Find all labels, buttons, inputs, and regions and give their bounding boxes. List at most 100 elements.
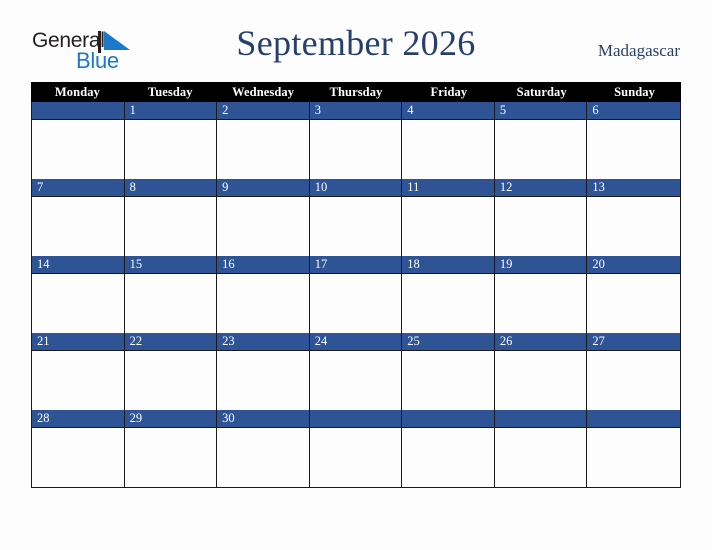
day-events-area[interactable] [309, 274, 402, 333]
day-number-band: 30 [217, 410, 309, 428]
weekday-header-thursday: Thursday [329, 85, 383, 99]
day-cell[interactable] [587, 410, 680, 487]
day-cell[interactable]: 13 [587, 179, 680, 256]
day-events-area[interactable] [494, 428, 587, 487]
day-events-area[interactable] [309, 197, 402, 256]
day-cell[interactable]: 20 [587, 256, 680, 333]
day-number-band: 4 [402, 102, 494, 120]
weekday-header-monday: Monday [54, 85, 100, 99]
day-number: 27 [592, 334, 605, 348]
day-cell[interactable]: 12 [494, 179, 588, 256]
day-events-area[interactable] [124, 274, 217, 333]
day-events-area[interactable] [217, 120, 309, 179]
day-cell[interactable]: 29 [124, 410, 218, 487]
day-events-area[interactable] [217, 428, 309, 487]
day-number: 28 [37, 411, 50, 425]
day-events-area[interactable] [124, 120, 217, 179]
day-number-band: 21 [32, 333, 124, 351]
day-cell[interactable]: 16 [217, 256, 310, 333]
day-cell[interactable]: 2 [217, 102, 310, 179]
day-cell[interactable] [402, 410, 495, 487]
day-number: 13 [592, 180, 605, 194]
day-number-band: 9 [217, 179, 309, 197]
day-cell[interactable] [32, 102, 125, 179]
day-cell[interactable]: 11 [402, 179, 495, 256]
day-number-band: 27 [587, 333, 680, 351]
day-number-band: 15 [124, 256, 217, 274]
day-events-area[interactable] [494, 120, 587, 179]
day-cell[interactable]: 17 [309, 256, 403, 333]
day-number: 18 [407, 257, 420, 271]
day-events-area[interactable] [402, 120, 494, 179]
day-cell[interactable]: 18 [402, 256, 495, 333]
weekday-header-friday: Friday [430, 85, 468, 99]
day-events-area[interactable] [587, 351, 680, 410]
day-events-area[interactable] [124, 197, 217, 256]
day-cell[interactable]: 27 [587, 333, 680, 410]
day-cell[interactable]: 4 [402, 102, 495, 179]
day-events-area[interactable] [402, 274, 494, 333]
day-number: 26 [499, 334, 513, 348]
day-events-area[interactable] [494, 351, 587, 410]
day-number-band: 22 [124, 333, 217, 351]
day-cell[interactable]: 28 [32, 410, 125, 487]
day-events-area[interactable] [587, 428, 680, 487]
day-cell[interactable]: 22 [124, 333, 218, 410]
day-events-area[interactable] [402, 351, 494, 410]
day-events-area[interactable] [309, 120, 402, 179]
day-cell[interactable]: 26 [494, 333, 588, 410]
day-number: 12 [499, 180, 513, 194]
day-events-area[interactable] [32, 428, 124, 487]
day-events-area[interactable] [402, 197, 494, 256]
day-cell[interactable] [494, 410, 588, 487]
day-cell[interactable]: 9 [217, 179, 310, 256]
day-cell[interactable]: 19 [494, 256, 588, 333]
day-number-band: 19 [494, 256, 587, 274]
day-events-area[interactable] [124, 351, 217, 410]
day-number-band: 18 [402, 256, 494, 274]
day-number: 11 [407, 180, 420, 194]
day-cell[interactable]: 10 [309, 179, 403, 256]
day-events-area[interactable] [124, 428, 217, 487]
day-number: 15 [129, 257, 143, 271]
day-cell[interactable] [309, 410, 403, 487]
day-events-area[interactable] [32, 274, 124, 333]
day-events-area[interactable] [217, 351, 309, 410]
day-events-area[interactable] [217, 197, 309, 256]
day-number: 21 [37, 334, 50, 348]
day-events-area[interactable] [32, 120, 124, 179]
day-number: 17 [314, 257, 328, 271]
day-cell[interactable]: 21 [32, 333, 125, 410]
day-events-area[interactable] [494, 197, 587, 256]
day-cell[interactable]: 24 [309, 333, 403, 410]
day-cell[interactable]: 14 [32, 256, 125, 333]
day-cell[interactable]: 3 [309, 102, 403, 179]
day-events-area[interactable] [402, 428, 494, 487]
day-number-band: 1 [124, 102, 217, 120]
day-number: 23 [222, 334, 235, 348]
day-events-area[interactable] [217, 274, 309, 333]
day-cell[interactable]: 30 [217, 410, 310, 487]
day-events-area[interactable] [309, 351, 402, 410]
day-cell[interactable]: 25 [402, 333, 495, 410]
day-events-area[interactable] [494, 274, 587, 333]
day-events-area[interactable] [587, 274, 680, 333]
day-cell[interactable]: 23 [217, 333, 310, 410]
day-events-area[interactable] [32, 351, 124, 410]
day-cell[interactable]: 1 [124, 102, 218, 179]
weekday-header-sunday: Sunday [614, 85, 656, 99]
day-events-area[interactable] [309, 428, 402, 487]
day-events-area[interactable] [587, 197, 680, 256]
day-number: 6 [592, 103, 599, 117]
day-number-band: 8 [124, 179, 217, 197]
day-events-area[interactable] [32, 197, 124, 256]
day-cell[interactable]: 15 [124, 256, 218, 333]
day-cell[interactable]: 6 [587, 102, 680, 179]
day-cell[interactable]: 5 [494, 102, 588, 179]
day-events-area[interactable] [587, 120, 680, 179]
day-cell[interactable]: 8 [124, 179, 218, 256]
day-cell[interactable]: 7 [32, 179, 125, 256]
day-number: 3 [314, 103, 321, 117]
week-row: 14 15 16 17 18 19 20 [32, 256, 680, 333]
day-number-band: 3 [309, 102, 402, 120]
